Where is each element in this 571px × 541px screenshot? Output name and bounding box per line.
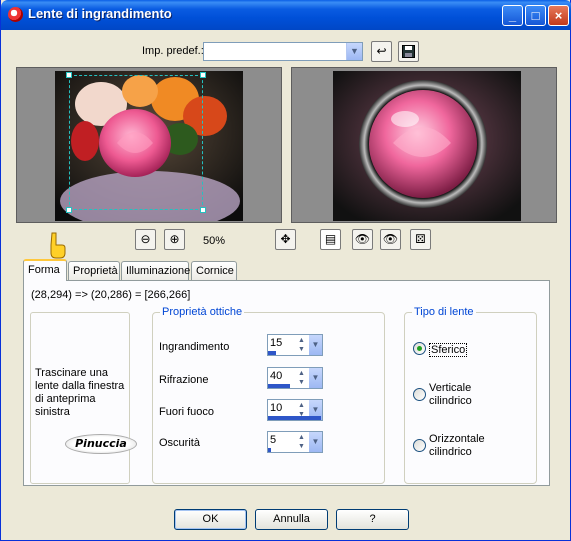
defocus-label: Fuori fuoco — [159, 406, 215, 418]
refraction-level-bar — [268, 384, 290, 388]
zoom-level: 50% — [203, 235, 226, 247]
resize-handle[interactable] — [200, 72, 206, 78]
refraction-label: Rifrazione — [159, 374, 209, 386]
spin-arrows-icon[interactable]: ▲ ▼ — [298, 433, 308, 451]
darkness-value[interactable]: 5 — [270, 434, 276, 446]
chevron-down-icon[interactable]: ▼ — [346, 43, 362, 60]
magnification-label: Ingrandimento — [159, 341, 230, 353]
magnification-value[interactable]: 15 — [270, 337, 282, 349]
app-icon — [8, 7, 23, 22]
preset-label: Imp. predef.: — [142, 45, 204, 57]
tab-cornice[interactable]: Cornice — [191, 261, 237, 280]
close-button[interactable]: × — [548, 5, 569, 26]
darkness-label: Oscurità — [159, 437, 200, 449]
hint-box: Trascinare una lente dalla finestra di a… — [30, 312, 130, 484]
save-disk-icon — [402, 45, 415, 58]
defocus-level-bar — [268, 416, 322, 420]
pan-button[interactable]: ✥ — [275, 229, 296, 250]
maximize-button[interactable]: □ — [525, 5, 546, 26]
undo-arrow-icon: ↩ — [376, 44, 387, 58]
lens-type-title: Tipo di lente — [412, 306, 476, 318]
zoom-in-button[interactable]: ⊕ — [164, 229, 185, 250]
pointing-hand-icon — [50, 232, 66, 259]
magnification-spinner[interactable]: 15 ▲ ▼ ▼ — [267, 334, 323, 356]
chevron-down-icon[interactable]: ▼ — [309, 432, 322, 452]
tab-illuminazione[interactable]: Illuminazione — [121, 261, 190, 280]
vertical-cylindrical-label[interactable]: Verticale cilindrico — [429, 382, 489, 408]
result-preview-image — [333, 71, 521, 221]
reset-preset-button[interactable]: ↩ — [371, 41, 392, 62]
defocus-spinner[interactable]: 10 ▲ ▼ ▼ — [267, 399, 323, 421]
tab-proprieta[interactable]: Proprietà — [68, 261, 120, 280]
minimize-button[interactable]: _ — [502, 5, 523, 26]
preset-dropdown[interactable]: ▼ — [203, 42, 363, 61]
eye-icon: 👁 — [382, 232, 399, 246]
pinuccia-watermark: Pinuccia — [65, 434, 137, 454]
spherical-label[interactable]: Sferico — [429, 343, 468, 357]
resize-handle[interactable] — [200, 207, 206, 213]
zoom-in-icon: ⊕ — [169, 232, 180, 246]
optical-properties-title: Proprietà ottiche — [160, 306, 245, 318]
horizontal-cylindrical-label[interactable]: Orizzontale cilindrico — [429, 433, 499, 459]
preview-window-icon: ▤ — [324, 232, 337, 246]
dice-icon: ⚄ — [415, 232, 426, 246]
lock-preview-button[interactable]: 👁 — [352, 229, 373, 250]
title-bar[interactable]: Lente di ingrandimento _ □ × — [1, 0, 571, 30]
source-preview-image[interactable] — [55, 71, 243, 221]
save-preset-button[interactable] — [398, 41, 419, 62]
chevron-down-icon[interactable]: ▼ — [309, 368, 322, 388]
zoom-out-button[interactable]: ⊖ — [135, 229, 156, 250]
defocus-value[interactable]: 10 — [270, 402, 282, 414]
radio-horizontal-cylindrical[interactable] — [413, 439, 426, 452]
lens-selection-box[interactable] — [66, 72, 206, 213]
radio-vertical-cylindrical[interactable] — [413, 388, 426, 401]
cancel-button[interactable]: Annulla — [255, 509, 328, 530]
lens-dialog: Lente di ingrandimento _ □ × Imp. predef… — [0, 0, 571, 541]
zoom-out-icon: ⊖ — [140, 232, 151, 246]
darkness-spinner[interactable]: 5 ▲ ▼ ▼ — [267, 431, 323, 453]
proof-toggle-button[interactable]: ▤ — [320, 229, 341, 250]
lens-effect-image — [333, 71, 521, 221]
spin-arrows-icon[interactable]: ▲ ▼ — [298, 369, 308, 387]
source-preview-pane[interactable] — [16, 67, 282, 223]
chevron-down-icon[interactable]: ▼ — [309, 335, 322, 355]
window-title: Lente di ingrandimento — [28, 6, 172, 21]
tab-forma[interactable]: Forma — [23, 259, 67, 281]
result-preview-pane — [291, 67, 557, 223]
lens-coordinates: (28,294) => (20,286) = [266,266] — [31, 289, 191, 301]
eye-lock-icon: 👁 — [354, 232, 371, 246]
move-icon: ✥ — [280, 232, 291, 246]
spin-arrows-icon[interactable]: ▲ ▼ — [298, 336, 308, 354]
darkness-level-bar — [268, 448, 271, 452]
help-button[interactable]: ? — [336, 509, 409, 530]
resize-handle[interactable] — [66, 72, 72, 78]
resize-handle[interactable] — [66, 207, 72, 213]
show-preview-button[interactable]: 👁 — [380, 229, 401, 250]
hint-text: Trascinare una lente dalla finestra di a… — [35, 367, 125, 418]
refraction-spinner[interactable]: 40 ▲ ▼ ▼ — [267, 367, 323, 389]
randomize-button[interactable]: ⚄ — [410, 229, 431, 250]
refraction-value[interactable]: 40 — [270, 370, 282, 382]
ok-button[interactable]: OK — [174, 509, 247, 530]
radio-spherical[interactable] — [413, 342, 426, 355]
magnification-level-bar — [268, 351, 277, 355]
